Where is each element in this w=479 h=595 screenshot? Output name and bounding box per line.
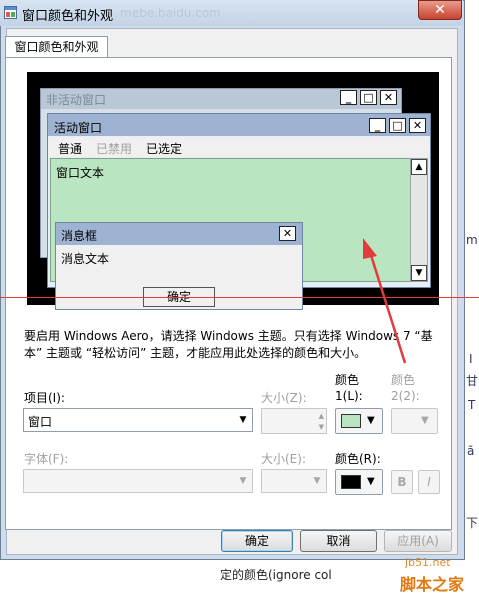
color1-label-key: 1(L): — [335, 389, 363, 403]
window-title: 窗口颜色和外观 — [22, 9, 114, 24]
font-color-picker[interactable]: ▼ — [335, 469, 383, 495]
aero-notice: 要启用 Windows Aero，请选择 Windows 主题。只有选择 Win… — [24, 329, 433, 360]
message-text: 消息文本 — [61, 252, 110, 266]
menu-item-disabled[interactable]: 已禁用 — [96, 140, 132, 157]
color2-picker[interactable]: ▼ — [391, 408, 438, 434]
scroll-up-icon[interactable]: ▲ — [411, 159, 427, 175]
behind-url-text: mebe.baidu.com — [120, 6, 221, 20]
scroll-down-icon[interactable]: ▼ — [411, 265, 427, 281]
spin-down-icon[interactable]: ▼ — [319, 423, 324, 431]
size-label: 大小(Z): — [261, 391, 307, 405]
maximize-icon[interactable]: □ — [360, 90, 377, 105]
spin-up-icon[interactable]: ▲ — [319, 412, 324, 420]
message-box-title: 消息框 — [61, 229, 98, 243]
chevron-down-icon: ▼ — [367, 476, 375, 487]
cancel-button[interactable]: 取消 — [300, 530, 377, 552]
font-label: 字体(F): — [24, 452, 69, 466]
window-color-icon — [4, 6, 17, 19]
chevron-down-icon: ▼ — [239, 476, 247, 486]
color1-picker[interactable]: ▼ — [335, 408, 383, 434]
annotation-line — [0, 297, 479, 298]
ok-button[interactable]: 确定 — [221, 530, 293, 552]
close-button[interactable]: ✕ — [418, 0, 462, 20]
color2-label-key: 2(2): — [391, 389, 420, 403]
tab-window-color[interactable]: 窗口颜色和外观 — [5, 36, 108, 58]
background-mark: 下 — [466, 516, 479, 530]
font-color-swatch — [341, 475, 361, 489]
background-text: 定的颜色(ignore col — [220, 568, 332, 582]
size-spinner[interactable]: ▲ ▼ — [261, 408, 327, 434]
inactive-window-title: 非活动窗口 — [46, 93, 107, 107]
maximize-icon[interactable]: □ — [389, 118, 406, 133]
minimize-icon[interactable]: _ — [340, 90, 357, 105]
item-select-value: 窗口 — [28, 415, 53, 429]
close-icon[interactable]: ✕ — [380, 90, 397, 105]
chevron-down-icon: ▼ — [367, 415, 375, 426]
font-size-label: 大小(E): — [261, 452, 306, 466]
menu-item-normal[interactable]: 普通 — [58, 140, 82, 157]
item-label: 项目(I): — [24, 391, 65, 405]
background-mark: T — [468, 398, 476, 412]
font-select[interactable]: ▼ — [23, 469, 253, 493]
background-mark: m — [466, 233, 478, 247]
item-select[interactable]: 窗口 ▼ — [23, 408, 253, 432]
active-window-title: 活动窗口 — [54, 121, 103, 135]
window-text-label: 窗口文本 — [56, 166, 105, 180]
watermark-url: jb51.net — [405, 556, 451, 569]
chevron-down-icon: ▼ — [313, 476, 321, 486]
color2-label: 颜色 — [391, 373, 416, 387]
menu-item-selected[interactable]: 已选定 — [146, 140, 182, 157]
preview-scrollbar[interactable] — [410, 158, 428, 282]
apply-button[interactable]: 应用(A) — [384, 530, 452, 552]
chevron-down-icon: ▼ — [239, 415, 247, 425]
chevron-down-icon: ▼ — [421, 415, 429, 426]
close-icon[interactable]: ✕ — [409, 118, 426, 133]
font-size-select[interactable]: ▼ — [261, 469, 327, 493]
background-mark: I — [469, 352, 473, 366]
close-icon[interactable]: ✕ — [279, 226, 296, 241]
bold-button[interactable]: B — [391, 470, 413, 494]
color1-swatch — [341, 414, 361, 428]
background-mark: 甘 — [466, 374, 479, 388]
minimize-icon[interactable]: _ — [369, 118, 386, 133]
italic-button[interactable]: I — [418, 470, 440, 494]
watermark-name: 脚本之家 — [400, 575, 465, 594]
color1-label: 颜色 — [335, 373, 360, 387]
font-color-label: 颜色(R): — [335, 452, 381, 466]
background-mark: ã — [467, 444, 475, 458]
